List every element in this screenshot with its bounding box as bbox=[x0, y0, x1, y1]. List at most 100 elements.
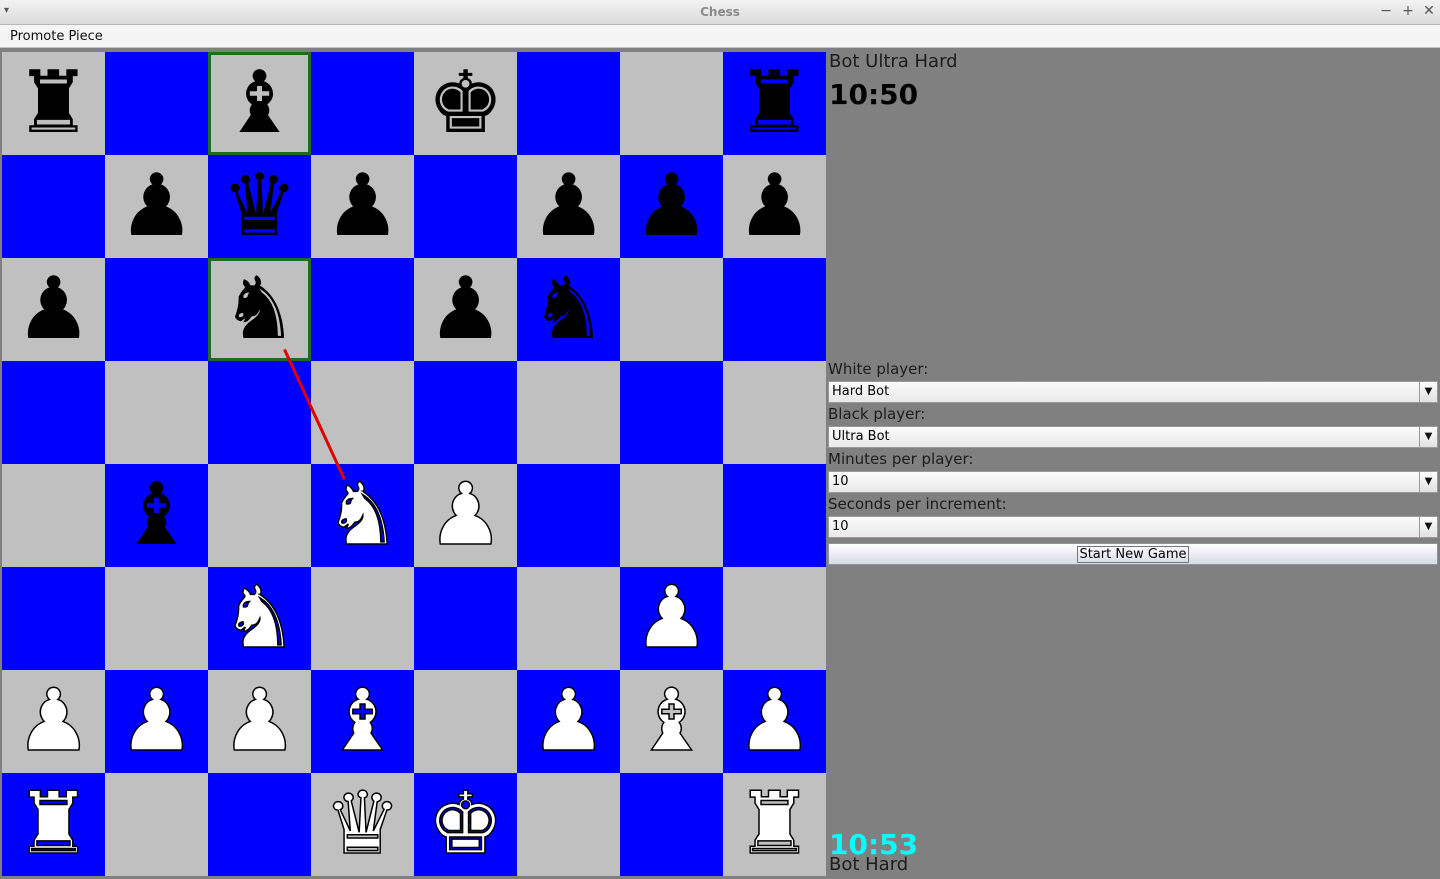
white-queen-icon[interactable]: ♛ bbox=[311, 773, 414, 876]
square-g3[interactable]: ♟ bbox=[620, 567, 723, 670]
black-pawn-icon[interactable]: ♟ bbox=[2, 258, 105, 361]
black-bishop-icon[interactable]: ♝ bbox=[105, 464, 208, 567]
square-c7[interactable]: ♛ bbox=[208, 155, 311, 258]
menu-promote-piece[interactable]: Promote Piece bbox=[10, 29, 103, 44]
square-f7[interactable]: ♟ bbox=[517, 155, 620, 258]
square-d1[interactable]: ♛ bbox=[311, 773, 414, 876]
square-c3[interactable]: ♞ bbox=[208, 567, 311, 670]
black-rook-icon[interactable]: ♜ bbox=[2, 52, 105, 155]
white-knight-icon[interactable]: ♞ bbox=[311, 464, 414, 567]
square-d2[interactable]: ♝ bbox=[311, 670, 414, 773]
square-c6[interactable]: ♞ bbox=[208, 258, 311, 361]
square-h7[interactable]: ♟ bbox=[723, 155, 826, 258]
square-g7[interactable]: ♟ bbox=[620, 155, 723, 258]
square-h4[interactable] bbox=[723, 464, 826, 567]
white-bishop-icon[interactable]: ♝ bbox=[620, 670, 723, 773]
square-a7[interactable] bbox=[2, 155, 105, 258]
square-d4[interactable]: ♞ bbox=[311, 464, 414, 567]
black-queen-icon[interactable]: ♛ bbox=[208, 155, 311, 258]
white-rook-icon[interactable]: ♜ bbox=[2, 773, 105, 876]
white-pawn-icon[interactable]: ♟ bbox=[517, 670, 620, 773]
square-f8[interactable] bbox=[517, 52, 620, 155]
square-f4[interactable] bbox=[517, 464, 620, 567]
square-a3[interactable] bbox=[2, 567, 105, 670]
square-c5[interactable] bbox=[208, 361, 311, 464]
start-new-game-button[interactable]: Start New Game bbox=[828, 543, 1438, 565]
increment-select[interactable]: 10 ▼ bbox=[828, 516, 1438, 538]
minimize-icon[interactable]: − bbox=[1378, 3, 1394, 19]
black-king-icon[interactable]: ♚ bbox=[414, 52, 517, 155]
black-pawn-icon[interactable]: ♟ bbox=[723, 155, 826, 258]
square-f3[interactable] bbox=[517, 567, 620, 670]
square-b4[interactable]: ♝ bbox=[105, 464, 208, 567]
black-pawn-icon[interactable]: ♟ bbox=[311, 155, 414, 258]
square-c4[interactable] bbox=[208, 464, 311, 567]
white-player-select[interactable]: Hard Bot ▼ bbox=[828, 381, 1438, 403]
square-g6[interactable] bbox=[620, 258, 723, 361]
square-b2[interactable]: ♟ bbox=[105, 670, 208, 773]
chevron-down-icon[interactable]: ▼ bbox=[1419, 382, 1437, 402]
white-king-icon[interactable]: ♚ bbox=[414, 773, 517, 876]
square-b8[interactable] bbox=[105, 52, 208, 155]
white-bishop-icon[interactable]: ♝ bbox=[311, 670, 414, 773]
black-pawn-icon[interactable]: ♟ bbox=[105, 155, 208, 258]
square-b6[interactable] bbox=[105, 258, 208, 361]
chevron-down-icon[interactable]: ▼ bbox=[1419, 472, 1437, 492]
square-b7[interactable]: ♟ bbox=[105, 155, 208, 258]
white-pawn-icon[interactable]: ♟ bbox=[2, 670, 105, 773]
square-f5[interactable] bbox=[517, 361, 620, 464]
white-pawn-icon[interactable]: ♟ bbox=[723, 670, 826, 773]
white-pawn-icon[interactable]: ♟ bbox=[208, 670, 311, 773]
minutes-select[interactable]: 10 ▼ bbox=[828, 471, 1438, 493]
close-icon[interactable]: ✕ bbox=[1421, 3, 1437, 19]
square-b5[interactable] bbox=[105, 361, 208, 464]
black-player-select[interactable]: Ultra Bot ▼ bbox=[828, 426, 1438, 448]
square-c2[interactable]: ♟ bbox=[208, 670, 311, 773]
white-knight-icon[interactable]: ♞ bbox=[208, 567, 311, 670]
square-e8[interactable]: ♚ bbox=[414, 52, 517, 155]
square-d7[interactable]: ♟ bbox=[311, 155, 414, 258]
square-d6[interactable] bbox=[311, 258, 414, 361]
white-pawn-icon[interactable]: ♟ bbox=[414, 464, 517, 567]
square-h3[interactable] bbox=[723, 567, 826, 670]
square-f6[interactable]: ♞ bbox=[517, 258, 620, 361]
square-h1[interactable]: ♜ bbox=[723, 773, 826, 876]
square-e5[interactable] bbox=[414, 361, 517, 464]
square-d5[interactable] bbox=[311, 361, 414, 464]
square-d8[interactable] bbox=[311, 52, 414, 155]
square-e4[interactable]: ♟ bbox=[414, 464, 517, 567]
square-e1[interactable]: ♚ bbox=[414, 773, 517, 876]
square-g4[interactable] bbox=[620, 464, 723, 567]
square-g1[interactable] bbox=[620, 773, 723, 876]
square-a4[interactable] bbox=[2, 464, 105, 567]
black-pawn-icon[interactable]: ♟ bbox=[414, 258, 517, 361]
black-pawn-icon[interactable]: ♟ bbox=[620, 155, 723, 258]
square-e7[interactable] bbox=[414, 155, 517, 258]
maximize-icon[interactable]: + bbox=[1400, 3, 1416, 19]
square-g8[interactable] bbox=[620, 52, 723, 155]
square-a5[interactable] bbox=[2, 361, 105, 464]
square-c1[interactable] bbox=[208, 773, 311, 876]
black-knight-icon[interactable]: ♞ bbox=[208, 258, 311, 361]
square-h5[interactable] bbox=[723, 361, 826, 464]
square-f1[interactable] bbox=[517, 773, 620, 876]
black-rook-icon[interactable]: ♜ bbox=[723, 52, 826, 155]
square-e6[interactable]: ♟ bbox=[414, 258, 517, 361]
square-b3[interactable] bbox=[105, 567, 208, 670]
square-a1[interactable]: ♜ bbox=[2, 773, 105, 876]
chevron-down-icon[interactable]: ▼ bbox=[1419, 427, 1437, 447]
square-h6[interactable] bbox=[723, 258, 826, 361]
chevron-down-icon[interactable]: ▼ bbox=[1419, 517, 1437, 537]
square-a6[interactable]: ♟ bbox=[2, 258, 105, 361]
square-d3[interactable] bbox=[311, 567, 414, 670]
square-g5[interactable] bbox=[620, 361, 723, 464]
black-bishop-icon[interactable]: ♝ bbox=[208, 52, 311, 155]
black-pawn-icon[interactable]: ♟ bbox=[517, 155, 620, 258]
square-g2[interactable]: ♝ bbox=[620, 670, 723, 773]
square-e2[interactable] bbox=[414, 670, 517, 773]
square-c8[interactable]: ♝ bbox=[208, 52, 311, 155]
square-a2[interactable]: ♟ bbox=[2, 670, 105, 773]
square-e3[interactable] bbox=[414, 567, 517, 670]
white-pawn-icon[interactable]: ♟ bbox=[620, 567, 723, 670]
black-knight-icon[interactable]: ♞ bbox=[517, 258, 620, 361]
